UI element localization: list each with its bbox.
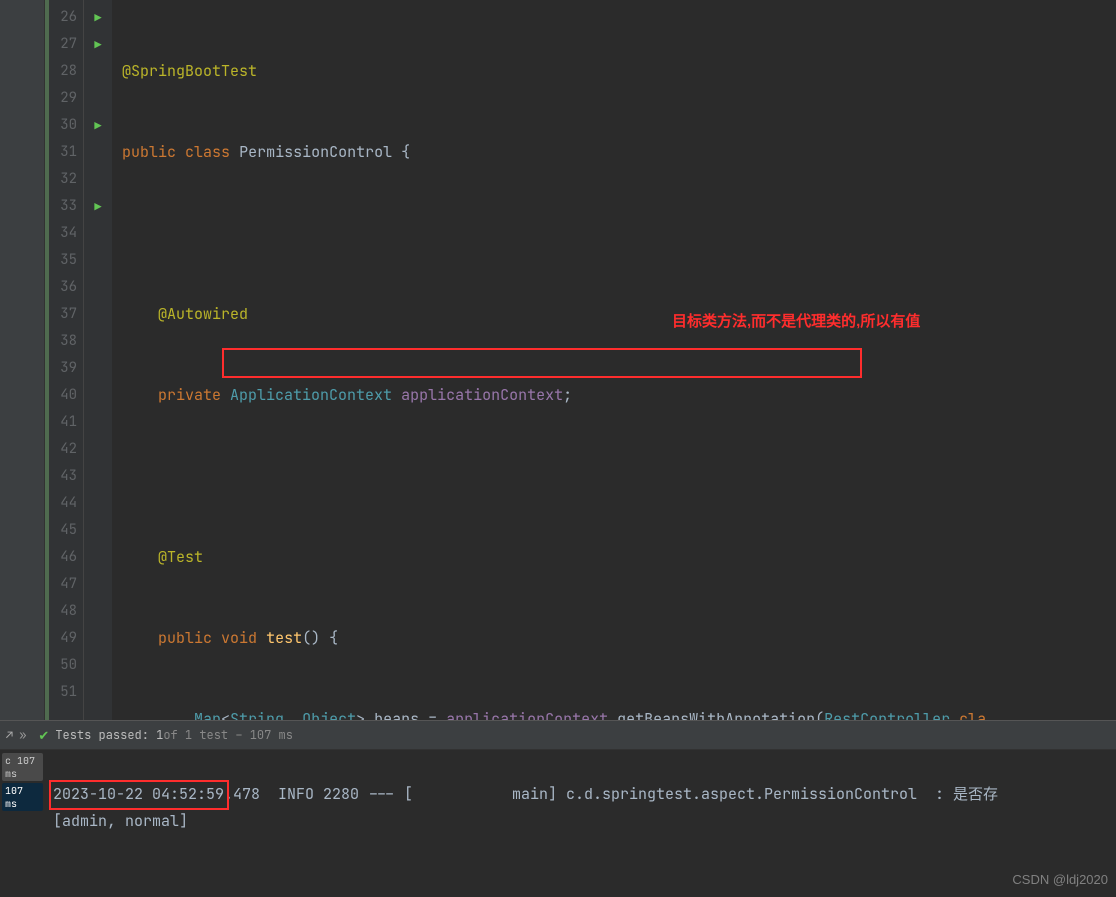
line-number[interactable]: 33 [49,193,77,220]
line-number[interactable]: 28 [49,58,77,85]
test-status-bar[interactable]: ↗ » ✔ Tests passed: 1 of 1 test – 107 ms [0,721,1116,750]
line-number[interactable]: 37 [49,301,77,328]
line-number[interactable]: 34 [49,220,77,247]
line-number[interactable]: 36 [49,274,77,301]
annotation: @SpringBootTest [122,61,257,81]
tests-passed-label: Tests passed: 1 [55,727,163,743]
tests-total-label: of 1 test – 107 ms [163,727,293,743]
line-number[interactable]: 41 [49,409,77,436]
line-number[interactable]: 51 [49,679,77,706]
line-number[interactable]: 39 [49,355,77,382]
line-number[interactable]: 27 [49,31,77,58]
line-number[interactable]: 38 [49,328,77,355]
line-number[interactable]: 48 [49,598,77,625]
check-icon: ✔ [38,727,49,744]
line-number[interactable]: 46 [49,544,77,571]
output-line: [admin, normal] [53,811,188,831]
bean-icon[interactable]: ▶ [94,118,101,134]
run-test-icon[interactable]: ▶ [94,37,101,53]
time-chip-selected[interactable]: 107 ms [2,783,43,811]
line-number[interactable]: 31 [49,139,77,166]
line-number[interactable]: 50 [49,652,77,679]
line-number[interactable]: 42 [49,436,77,463]
log-line: 2023-10-22 04:52:59.478 INFO 2280 --- [ … [53,784,998,804]
line-number[interactable]: 40 [49,382,77,409]
annotation-text: 目标类方法,而不是代理类的,所以有值 [672,308,920,335]
line-number[interactable]: 45 [49,517,77,544]
code-editor[interactable]: @SpringBootTest public class PermissionC… [112,0,1116,720]
red-highlight-box [222,348,862,378]
run-test-icon[interactable]: ▶ [94,199,101,215]
watermark: CSDN @ldj2020 [1012,872,1108,887]
line-number[interactable]: 26 [49,4,77,31]
line-number[interactable]: 35 [49,247,77,274]
line-number[interactable]: 32 [49,166,77,193]
line-number-gutter[interactable]: 26 27 28 29 30 31 32 33 34 35 36 37 38 3… [49,0,84,720]
console-output[interactable]: 2023-10-22 04:52:59.478 INFO 2280 --- [ … [45,750,1116,897]
line-number[interactable]: 44 [49,490,77,517]
run-tool-window: ↗ » ✔ Tests passed: 1 of 1 test – 107 ms… [0,720,1116,897]
editor-area: 26 27 28 29 30 31 32 33 34 35 36 37 38 3… [0,0,1116,720]
line-number[interactable]: 43 [49,463,77,490]
test-tree[interactable]: c 107 ms 107 ms [0,750,45,897]
time-chip[interactable]: c 107 ms [2,753,43,781]
line-number[interactable]: 47 [49,571,77,598]
project-tool-stripe[interactable] [0,0,45,720]
console-panel: c 107 ms 107 ms 2023-10-22 04:52:59.478 … [0,750,1116,897]
export-icon[interactable]: ↗ [6,727,13,743]
run-test-icon[interactable]: ▶ [94,10,101,26]
line-number[interactable]: 29 [49,85,77,112]
chevron-icon[interactable]: » [19,727,26,743]
gutter-icons: ▶ ▶ ▶ ▶ [84,0,112,720]
line-number[interactable]: 30 [49,112,77,139]
line-number[interactable]: 49 [49,625,77,652]
